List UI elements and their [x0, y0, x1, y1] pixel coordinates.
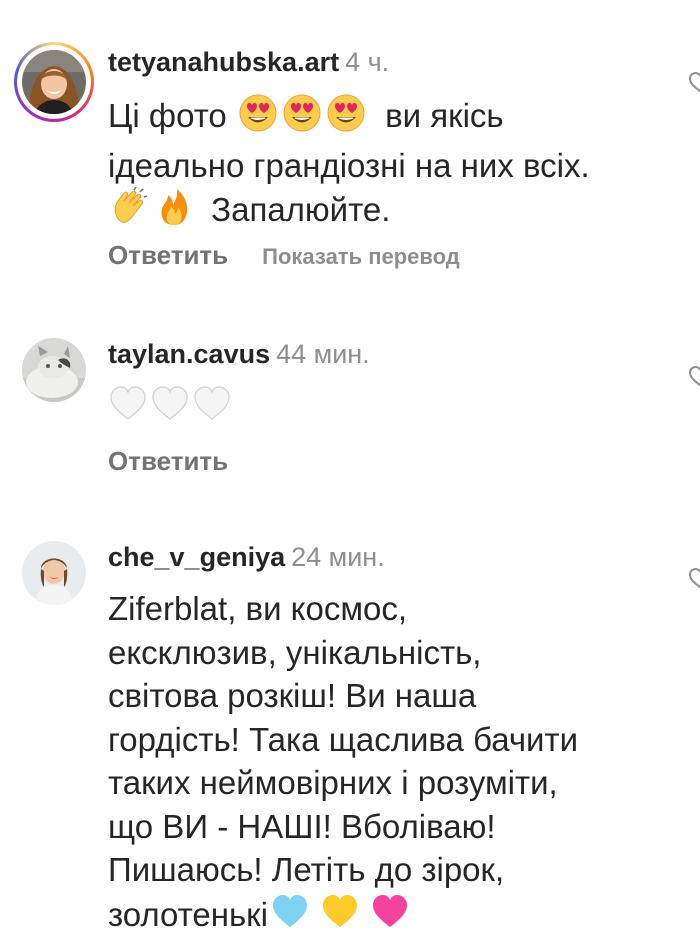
comment-line: Ziferblat, ви космос,	[108, 590, 408, 627]
comment-header: taylan.cavus 44 мин.	[108, 338, 370, 370]
timestamp[interactable]: 24 мин.	[291, 542, 385, 572]
clapping-hands-emoji-icon	[110, 186, 150, 238]
like-heart-icon[interactable]	[688, 566, 700, 590]
timestamp[interactable]: 4 ч.	[345, 47, 389, 77]
comment-text-segment: золотенькі	[108, 895, 268, 933]
avatar[interactable]	[22, 338, 86, 402]
heart-eyes-emoji-icon	[326, 93, 366, 144]
comment-actions: Ответить Показать перевод	[108, 240, 460, 271]
username-link[interactable]: taylan.cavus	[108, 339, 270, 369]
comment-header: che_v_geniya 24 мин.	[108, 541, 385, 573]
reply-button[interactable]: Ответить	[108, 446, 228, 476]
like-heart-icon[interactable]	[688, 364, 700, 388]
pink-heart-emoji-icon	[370, 892, 410, 943]
yellow-heart-emoji-icon	[320, 892, 360, 943]
avatar-image	[22, 338, 86, 402]
story-ring[interactable]	[14, 42, 94, 122]
comment-line: Пишаюсь! Летіть до зірок,	[108, 851, 505, 888]
username-link[interactable]: tetyanahubska.art	[108, 47, 339, 77]
comment-line: золотенькі	[108, 892, 668, 943]
avatar-image	[22, 50, 86, 114]
white-heart-emoji-icon	[108, 384, 148, 435]
comment-line: світова розкіш! Ви наша	[108, 677, 477, 714]
comment-line: гордість! Така щаслива бачити	[108, 720, 579, 758]
comment-line: що ВИ - НАШІ! Вболіваю!	[108, 807, 496, 845]
comment-line: Запалюйте.	[108, 186, 668, 238]
white-heart-emoji-icon	[150, 384, 190, 435]
light-blue-heart-emoji-icon	[270, 892, 310, 943]
show-translation-button[interactable]: Показать перевод	[262, 244, 460, 269]
comment-line: ідеально грандіозні на них всіх.	[108, 146, 590, 184]
timestamp[interactable]: 44 мин.	[276, 339, 370, 369]
comment-header: tetyanahubska.art 4 ч.	[108, 46, 389, 78]
fire-emoji-icon	[154, 187, 194, 238]
comment-line: ексклюзив, унікальність,	[108, 633, 482, 671]
like-heart-icon[interactable]	[688, 70, 700, 94]
avatar[interactable]	[22, 541, 86, 605]
comment-text	[108, 384, 668, 435]
comment-text-segment: ви якісь	[385, 97, 504, 134]
username-link[interactable]: che_v_geniya	[108, 542, 285, 572]
heart-eyes-emoji-icon	[238, 93, 278, 144]
comment-line: таких неймовірних і розуміти,	[108, 764, 558, 801]
comment-text: Ці фото ви якісь ідеально грандіозні на …	[108, 93, 668, 238]
avatar-image	[22, 541, 86, 605]
white-heart-emoji-icon	[192, 384, 232, 435]
comment-actions: Ответить	[108, 446, 228, 477]
comment-line: Ці фото ви якісь	[108, 93, 668, 144]
comment-line	[108, 384, 668, 435]
comment-text-segment: Ці фото	[108, 97, 227, 134]
avatar[interactable]	[22, 50, 86, 114]
reply-button[interactable]: Ответить	[108, 240, 228, 270]
comment-text: Ziferblat, ви космос, ексклюзив, унікаль…	[108, 587, 668, 942]
comment-text-segment: Запалюйте.	[211, 191, 391, 228]
heart-eyes-emoji-icon	[282, 93, 322, 144]
